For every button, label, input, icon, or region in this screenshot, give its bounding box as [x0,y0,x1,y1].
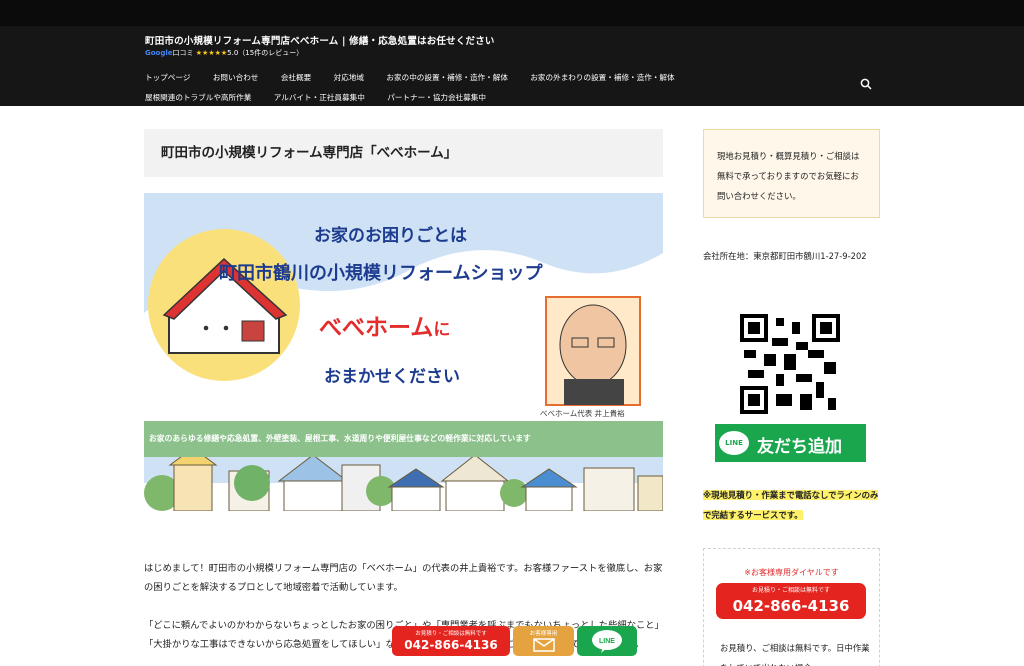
search-icon[interactable] [860,78,872,90]
qr-code-icon [740,314,840,414]
nav-item-partner[interactable]: パートナー・協力会社募集中 [387,88,486,108]
nav-item-company[interactable]: 会社概要 [281,68,311,88]
hero-heading-3: べべホームに [319,308,450,342]
line-icon: LINE [592,630,622,653]
sidebar-estimate-text: 現地お見積り・概算見積り・ご相談は無料で承っておりますのでお気軽にお問い合わせく… [717,151,860,201]
page-title: 町田市の小規模リフォーム専門店「べべホーム」 [144,129,663,177]
hero-heading-2: 町田市鶴川の小規模リフォームショップ [219,263,543,284]
google-review-badge[interactable]: Google口コミ ★★★★★5.0（15件のレビュー） [145,48,303,58]
hero-portrait-caption: べべホーム代表 井上貴裕 [540,409,625,418]
intro-paragraph-1: はじめまして！町田市の小規模リフォーム専門店の「べべホーム」の代表の井上貴裕です… [144,563,663,593]
nav-item-outdoor[interactable]: お家の外まわりの設置・補修・造作・解体 [530,68,674,88]
site-title[interactable]: 町田市の小規模リフォーム専門店べべホーム | 修繕・応急処置はお任せください [145,33,495,47]
line-add-friend-button[interactable]: LINE 友だち追加 [715,424,866,462]
review-score: 5.0（15件のレビュー） [227,49,304,57]
floating-contact-bar: お見積り・ご相談は無料です 042-866-4136 お客様専用 LINE [392,626,637,656]
phone-free-note: お見積り・ご相談は無料です [751,587,830,594]
floating-phone-number: 042-866-4136 [404,638,498,652]
site-header: 町田市の小規模リフォーム専門店べべホーム | 修繕・応急処置はお任せください G… [0,26,1024,106]
line-icon: LINE [719,431,749,455]
review-stars: ★★★★★ [195,49,228,57]
phone-box-description: お見積り、ご相談は無料です。日中作業をしていて出れない場合 [720,643,870,666]
nav-item-indoor[interactable]: お家の中の設置・補修・造作・解体 [386,68,508,88]
main-nav: トップページ お問い合わせ 会社概要 対応地域 お家の中の設置・補修・造作・解体… [145,68,845,108]
sidebar-estimate-box: 現地お見積り・概算見積り・ご相談は無料で承っておりますのでお気軽にお問い合わせく… [703,129,880,218]
sidebar-phone-box: ※お客様専用ダイヤルです お見積り・ご相談は無料です 042-866-4136 … [703,548,880,666]
hero-heading-1: お家のお困りごとは [314,226,467,246]
line-service-note-text: ※現地見積り・作業まで電話なしでラインのみで完結するサービスです。 [703,490,879,520]
mail-icon [532,638,555,652]
floating-mail-button[interactable]: お客様専用 [513,626,574,656]
nav-item-top[interactable]: トップページ [145,68,190,88]
top-black-bar [0,0,1024,26]
nav-item-contact[interactable]: お問い合わせ [213,68,259,88]
main-content: 町田市の小規模リフォーム専門店「べべホーム」 [144,129,663,177]
floating-line-label: LINE [599,638,615,645]
line-add-friend-label: 友だち追加 [757,437,842,457]
floating-phone-note: お見積り・ご相談は無料です [415,631,487,637]
line-service-note: ※現地見積り・作業まで電話なしでラインのみで完結するサービスです。 [703,485,880,525]
hero-banner-image: お家のお困りごとは 町田市鶴川の小規模リフォームショップ べべホームに おまかせ… [144,193,663,511]
hero-services-band: お家のあらゆる修繕や応急処置、外壁塗装、屋根工事、水道周りや便利屋仕事などの軽作… [144,421,663,457]
nav-item-recruit[interactable]: アルバイト・正社員募集中 [274,88,365,108]
nav-item-area[interactable]: 対応地域 [334,68,364,88]
floating-line-button[interactable]: LINE [577,626,637,656]
review-label: 口コミ [172,49,194,57]
google-logo: Google [145,49,173,57]
dial-caption: ※お客様専用ダイヤルです [744,568,839,577]
nav-item-roof[interactable]: 屋根関連のトラブルや高所作業 [145,88,251,108]
hero-heading-4: おまかせください [324,367,460,387]
hero-brand: べべホーム [319,315,434,341]
company-address: 会社所在地：東京都町田市鶴川1-27-9-202 [703,251,867,261]
floating-phone-button[interactable]: お見積り・ご相談は無料です 042-866-4136 [392,626,510,656]
phone-number: 042-866-4136 [732,597,850,615]
floating-mail-label: お客様専用 [529,631,558,637]
sidebar-phone-button[interactable]: お見積り・ご相談は無料です 042-866-4136 [716,583,866,619]
hero-brand-suffix: に [433,320,451,340]
